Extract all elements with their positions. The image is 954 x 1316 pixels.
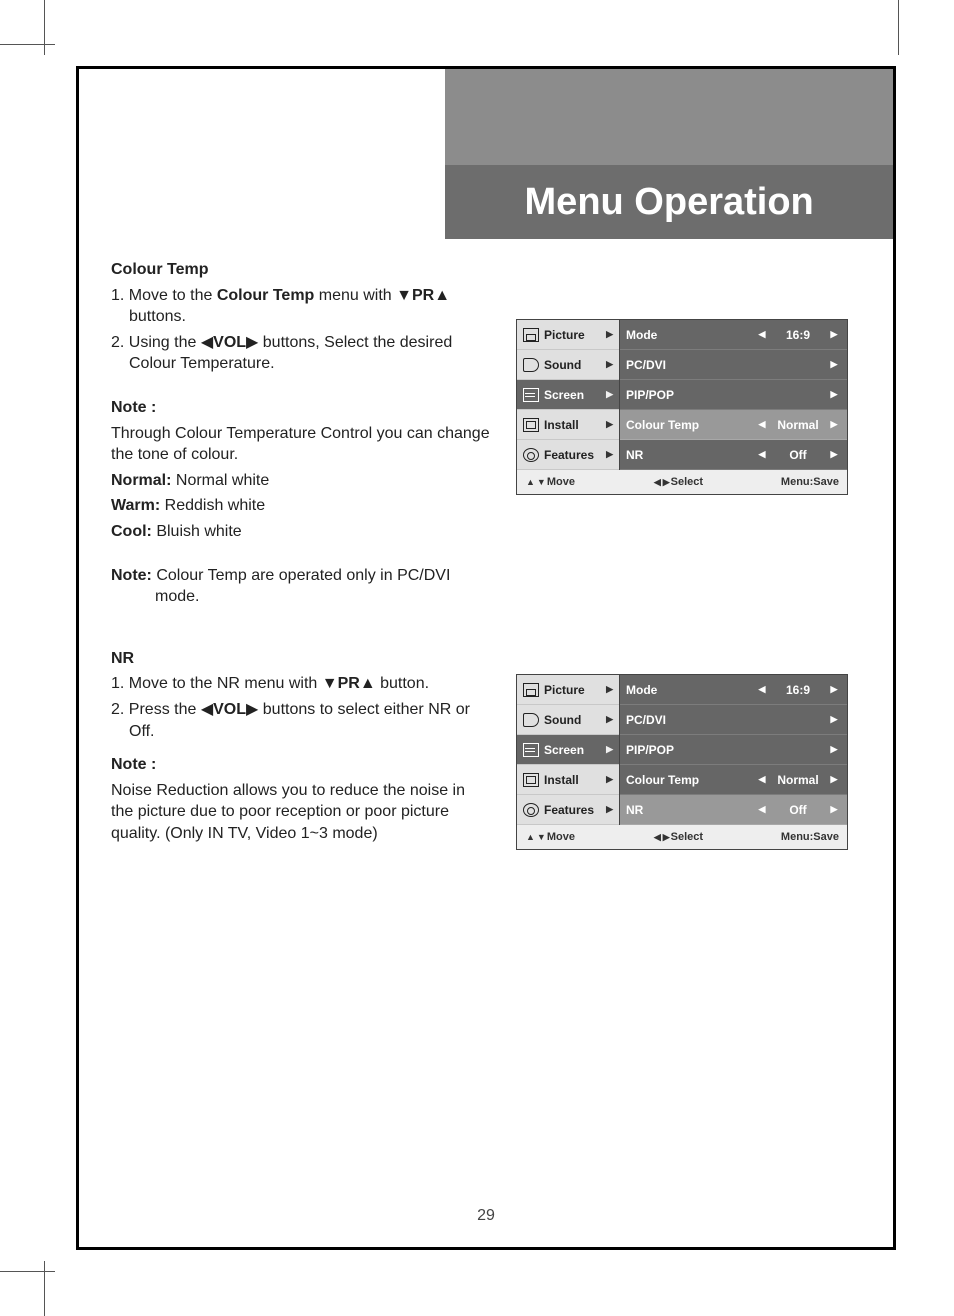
section-heading-nr: NR — [111, 648, 491, 670]
note-heading: Note : — [111, 397, 491, 419]
osd-right-nr: NR ◀Off▶ — [620, 440, 847, 470]
sound-icon — [523, 358, 539, 372]
osd-left-screen: Screen▶ — [517, 380, 619, 410]
osd-right-pippop: PIP/POP ▶ — [620, 735, 847, 765]
page-sheet: Menu Operation Colour Temp 1. Move to th… — [76, 66, 896, 1250]
crop-mark — [44, 1261, 45, 1316]
crop-mark — [44, 0, 45, 55]
note-line: Note: Colour Temp are operated only in P… — [111, 565, 491, 608]
osd-left-features: Features▶ — [517, 795, 619, 825]
page-number: 29 — [79, 1207, 893, 1225]
osd-right-nr: NR ◀Off▶ — [620, 795, 847, 825]
osd-left-picture: Picture▶ — [517, 675, 619, 705]
osd-right-pcdvi: PC/DVI ▶ — [620, 350, 847, 380]
features-icon — [523, 448, 539, 462]
screen-icon — [523, 743, 539, 757]
features-icon — [523, 803, 539, 817]
crop-mark — [898, 0, 899, 55]
osd-right-mode: Mode ◀16:9▶ — [620, 675, 847, 705]
osd-menu-nr: Picture▶ Sound▶ Screen▶ Install▶ — [516, 674, 848, 850]
note-heading: Note : — [111, 754, 491, 776]
note-line: Cool: Bluish white — [111, 521, 491, 543]
osd-left-features: Features▶ — [517, 440, 619, 470]
osd-footer: ▲▼Move ◀▶Select Menu:Save — [517, 825, 847, 849]
picture-icon — [523, 328, 539, 342]
osd-left-install: Install▶ — [517, 410, 619, 440]
osd-left-picture: Picture▶ — [517, 320, 619, 350]
step-text: 2. Using the ◀VOL▶ buttons, Select the d… — [111, 332, 491, 375]
osd-left-screen: Screen▶ — [517, 735, 619, 765]
crop-mark — [0, 1271, 55, 1272]
note-line: Warm: Reddish white — [111, 495, 491, 517]
install-icon — [523, 773, 539, 787]
sound-icon — [523, 713, 539, 727]
screen-icon — [523, 388, 539, 402]
step-text: 1. Move to the Colour Temp menu with ▼PR… — [111, 285, 491, 328]
osd-right-mode: Mode ◀16:9▶ — [620, 320, 847, 350]
osd-right-pippop: PIP/POP ▶ — [620, 380, 847, 410]
osd-right-colour-temp: Colour Temp ◀Normal▶ — [620, 765, 847, 795]
osd-left-sound: Sound▶ — [517, 705, 619, 735]
step-text: 2. Press the ◀VOL▶ buttons to select eit… — [111, 699, 491, 742]
page-title: Menu Operation — [445, 165, 893, 239]
note-line: Normal: Normal white — [111, 470, 491, 492]
osd-menu-colour-temp: Picture▶ Sound▶ Screen▶ Install▶ — [516, 319, 848, 495]
note-text: Noise Reduction allows you to reduce the… — [111, 780, 491, 845]
picture-icon — [523, 683, 539, 697]
section-heading-colour-temp: Colour Temp — [111, 259, 491, 281]
osd-left-sound: Sound▶ — [517, 350, 619, 380]
osd-left-install: Install▶ — [517, 765, 619, 795]
osd-right-pcdvi: PC/DVI ▶ — [620, 705, 847, 735]
install-icon — [523, 418, 539, 432]
osd-footer: ▲▼Move ◀▶Select Menu:Save — [517, 470, 847, 494]
step-text: 1. Move to the NR menu with ▼PR▲ button. — [111, 673, 491, 695]
note-text: Through Colour Temperature Control you c… — [111, 423, 491, 466]
crop-mark — [0, 44, 55, 45]
osd-right-colour-temp: Colour Temp ◀Normal▶ — [620, 410, 847, 440]
